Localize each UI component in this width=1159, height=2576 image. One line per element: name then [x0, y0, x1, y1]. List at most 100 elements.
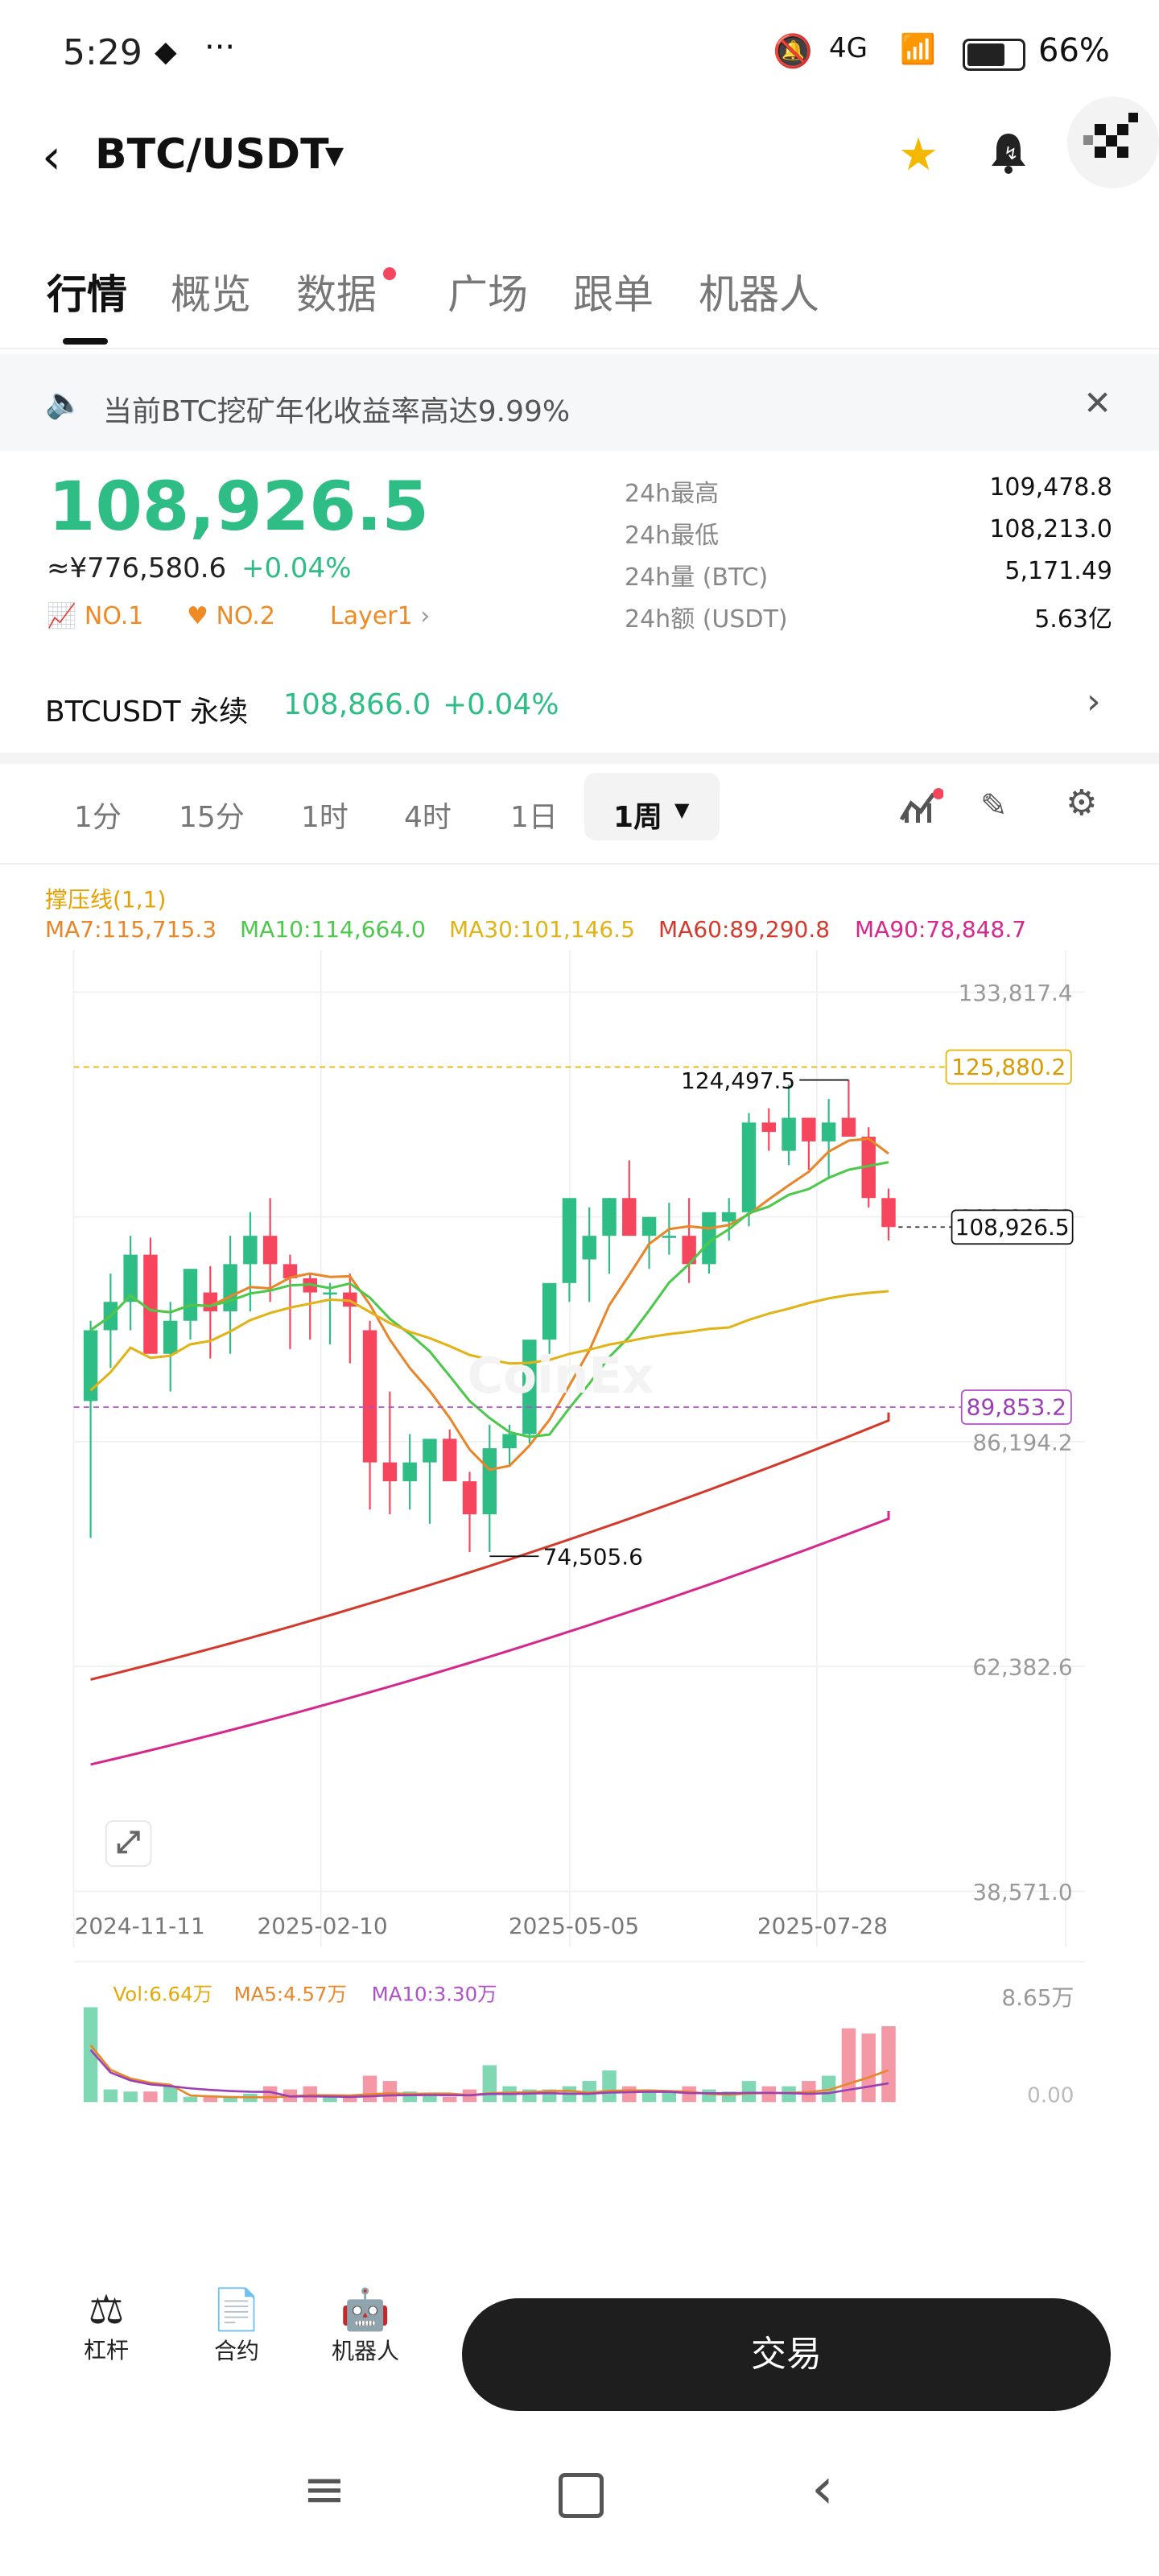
y-tick-label: 133,817.4	[959, 980, 1073, 1006]
chevron-down-icon[interactable]: ▼	[325, 142, 344, 170]
battery-icon	[963, 39, 1025, 71]
perpetual-price: 108,866.0	[283, 688, 431, 721]
x-tick-label: 2025-07-28	[757, 1913, 888, 1939]
stat-label-volume: 24h量 (BTC)	[625, 564, 769, 592]
tab-overview[interactable]: 概览	[171, 262, 251, 320]
notice-banner[interactable]: 🔈 当前BTC挖矿年化收益率高达9.99% ✕	[0, 354, 1159, 451]
candle	[802, 1117, 816, 1141]
candle	[542, 1282, 557, 1340]
candle	[183, 1269, 198, 1321]
chart-rank-icon: 📈	[47, 602, 85, 630]
volume-bar	[602, 2070, 617, 2103]
wifi-icon: 📶	[900, 33, 936, 66]
ma10-legend: MA10:114,664.0	[240, 916, 426, 943]
candle	[223, 1264, 237, 1311]
stat-value-high: 109,478.8	[989, 473, 1112, 502]
gear-icon[interactable]: ⚙	[1066, 782, 1097, 824]
resistance-legend: 撑压线(1,1)	[45, 886, 167, 913]
volume-bar	[203, 2096, 218, 2103]
price-change: +0.04%	[241, 552, 352, 584]
candle	[761, 1122, 777, 1133]
stat-label-high: 24h最高	[625, 480, 720, 508]
candle	[622, 1198, 637, 1236]
vol-top-tick: 8.65万	[1001, 1984, 1074, 2011]
candle	[163, 1320, 178, 1354]
y-tick-label: 38,571.0	[972, 1879, 1072, 1905]
menu-icon[interactable]: ≡	[303, 2460, 346, 2520]
candle	[562, 1198, 577, 1283]
category-tag[interactable]: Layer1 ›	[330, 602, 430, 630]
layers-icon: ◆	[155, 35, 177, 68]
notice-text: 当前BTC挖矿年化收益率高达9.99%	[103, 395, 571, 428]
volume-bar	[143, 2091, 158, 2103]
candle	[423, 1439, 437, 1463]
candle	[462, 1481, 477, 1515]
volume-bar	[442, 2096, 457, 2103]
x-tick-label: 2025-05-05	[509, 1913, 639, 1939]
ma30-legend: MA30:101,146.5	[449, 916, 635, 943]
vol-legend: Vol:6.64万	[113, 1983, 213, 2006]
perpetual-label[interactable]: BTCUSDT 永续	[45, 688, 248, 730]
speaker-icon: 🔈	[45, 385, 84, 420]
candle	[741, 1122, 757, 1212]
resistance-label: 125,880.2	[951, 1054, 1066, 1080]
pair-title[interactable]: BTC/USDT	[95, 130, 329, 179]
divider	[0, 348, 1159, 349]
interval-15m[interactable]: 15分	[179, 794, 245, 836]
volume-bar	[861, 2033, 876, 2103]
leverage-button[interactable]: ⚖ 杠杆	[58, 2286, 155, 2365]
chevron-right-icon[interactable]: ›	[1087, 681, 1101, 722]
home-icon[interactable]	[559, 2473, 604, 2518]
draw-icon[interactable]: ✎	[980, 787, 1008, 824]
robot-icon: 🤖	[340, 2286, 391, 2333]
tab-bots[interactable]: 机器人	[699, 262, 819, 320]
indicator-icon[interactable]	[898, 787, 944, 829]
chevron-down-icon[interactable]: ▼	[674, 799, 689, 821]
support-label: 89,853.2	[967, 1394, 1066, 1421]
volume-bar	[682, 2086, 696, 2103]
bot-button[interactable]: 🤖 机器人	[317, 2286, 414, 2366]
back-icon[interactable]: ‹	[42, 129, 61, 185]
candle	[602, 1198, 617, 1236]
tab-square[interactable]: 广场	[448, 262, 528, 320]
candle	[881, 1198, 896, 1228]
star-icon[interactable]: ★	[898, 129, 938, 181]
system-nav-bar: ≡ ‹	[0, 2431, 1159, 2576]
cny-price: ≈¥776,580.6	[47, 552, 227, 584]
candle	[502, 1434, 517, 1449]
ma7-legend: MA7:115,715.3	[45, 916, 217, 943]
interval-4h[interactable]: 4时	[404, 794, 452, 836]
close-icon[interactable]: ✕	[1083, 383, 1112, 423]
y-tick-label: 62,382.6	[972, 1654, 1072, 1681]
candle	[143, 1254, 158, 1354]
share-icon[interactable]	[1067, 97, 1159, 188]
tab-market[interactable]: 行情	[47, 262, 127, 320]
kline-chart[interactable]: 133,817.4110,005.086,194.262,382.638,571…	[0, 950, 1159, 2109]
back-nav-icon[interactable]: ‹	[811, 2455, 834, 2521]
tab-data[interactable]: 数据	[296, 262, 377, 320]
trade-button[interactable]: 交易	[462, 2298, 1111, 2411]
low-label: 74,505.6	[543, 1544, 643, 1571]
svg-text:↯: ↯	[1004, 144, 1018, 164]
last-price: 108,926.5	[48, 467, 429, 546]
candle	[262, 1236, 278, 1265]
high-label: 124,497.5	[681, 1067, 795, 1094]
contract-button[interactable]: 📄 合约	[188, 2286, 285, 2366]
stat-label-low: 24h最低	[625, 522, 720, 550]
more-dots-icon: ···	[204, 29, 236, 66]
tab-copy-trading[interactable]: 跟单	[573, 262, 654, 320]
signal-icon: 4G	[829, 32, 868, 64]
interval-1m[interactable]: 1分	[74, 794, 122, 836]
interval-1h[interactable]: 1时	[301, 794, 349, 836]
status-time: 5:29	[63, 32, 142, 73]
rank-tag-2[interactable]: ♥ NO.2	[187, 602, 275, 630]
interval-1w[interactable]: 1周	[613, 794, 662, 836]
candle	[582, 1236, 596, 1260]
bell-icon[interactable]: ↯	[990, 132, 1027, 177]
contract-icon: 📄	[211, 2286, 262, 2333]
volume-bar	[123, 2091, 138, 2103]
rank-tag-1[interactable]: 📈 NO.1	[47, 602, 143, 630]
candle	[203, 1292, 218, 1311]
interval-1d[interactable]: 1日	[510, 794, 558, 836]
candle	[323, 1292, 337, 1295]
